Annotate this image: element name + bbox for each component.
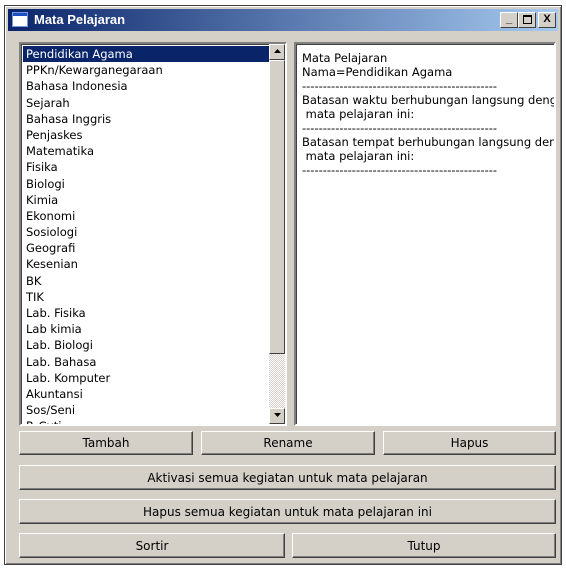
arrow-up-icon bbox=[273, 49, 281, 53]
list-item[interactable]: Lab. Bahasa bbox=[23, 354, 269, 370]
info-line: Batasan waktu berhubungan langsung denga… bbox=[302, 93, 556, 107]
close-button[interactable]: Tutup bbox=[292, 533, 556, 558]
list-item[interactable]: Geografi bbox=[23, 240, 269, 256]
scroll-thumb[interactable] bbox=[269, 60, 285, 354]
maximize-button[interactable] bbox=[518, 12, 536, 28]
minimize-button[interactable]: _ bbox=[500, 12, 518, 28]
window-title: Mata Pelajaran bbox=[34, 12, 126, 27]
list-item[interactable]: Kimia bbox=[23, 192, 269, 208]
info-line: ----------------------------------------… bbox=[302, 121, 498, 135]
maximize-icon bbox=[522, 15, 532, 24]
close-icon: X bbox=[543, 13, 551, 25]
subject-list: Pendidikan Agama PPKn/Kewarganegaraan Baha… bbox=[23, 46, 269, 424]
list-item[interactable]: Lab. Komputer bbox=[23, 370, 269, 386]
scroll-up-button[interactable] bbox=[269, 44, 285, 60]
close-window-button[interactable]: X bbox=[538, 12, 556, 28]
list-item[interactable]: Sejarah bbox=[23, 95, 269, 111]
info-line: Nama=Pendidikan Agama bbox=[302, 65, 453, 79]
list-item[interactable]: Sosiologi bbox=[23, 224, 269, 240]
list-item[interactable]: Biologi bbox=[23, 176, 269, 192]
info-line: mata pelajaran ini: bbox=[302, 149, 415, 163]
arrow-down-icon bbox=[273, 413, 281, 417]
minimize-icon: _ bbox=[505, 13, 513, 25]
list-item[interactable]: Lab kimia bbox=[23, 321, 269, 337]
title-bar[interactable]: Mata Pelajaran _ X bbox=[8, 9, 558, 31]
activate-all-activities-button[interactable]: Aktivasi semua kegiatan untuk mata pelaj… bbox=[19, 465, 556, 490]
list-item[interactable]: P. Cuti bbox=[23, 418, 269, 424]
window-icon bbox=[12, 12, 28, 27]
info-line: ----------------------------------------… bbox=[302, 163, 498, 177]
info-line: Batasan tempat berhubungan langsung deng… bbox=[302, 135, 556, 149]
list-item[interactable]: Lab. Fisika bbox=[23, 305, 269, 321]
list-item[interactable]: Pendidikan Agama bbox=[23, 46, 269, 63]
subject-listbox[interactable]: Pendidikan Agama PPKn/Kewarganegaraan Baha… bbox=[19, 42, 287, 426]
scroll-down-button[interactable] bbox=[269, 408, 285, 424]
list-item[interactable]: Sos/Seni bbox=[23, 402, 269, 418]
sort-button[interactable]: Sortir bbox=[19, 533, 285, 558]
list-item[interactable]: Lab. Biologi bbox=[23, 337, 269, 353]
list-item[interactable]: Matematika bbox=[23, 143, 269, 159]
list-item[interactable]: Kesenian bbox=[23, 256, 269, 272]
info-line: mata pelajaran ini: bbox=[302, 107, 415, 121]
add-button[interactable]: Tambah bbox=[19, 431, 193, 455]
delete-button[interactable]: Hapus bbox=[383, 431, 556, 455]
window-controls: _ X bbox=[500, 12, 556, 28]
info-line: Mata Pelajaran bbox=[302, 51, 388, 65]
list-item[interactable]: Ekonomi bbox=[23, 208, 269, 224]
list-item[interactable]: TIK bbox=[23, 289, 269, 305]
subject-list-scrollbar[interactable] bbox=[269, 44, 285, 424]
list-item[interactable]: BK bbox=[23, 273, 269, 289]
list-item[interactable]: Bahasa Inggris bbox=[23, 111, 269, 127]
rename-button[interactable]: Rename bbox=[201, 431, 375, 455]
list-item[interactable]: PPKn/Kewarganegaraan bbox=[23, 62, 269, 78]
list-item[interactable]: Bahasa Indonesia bbox=[23, 78, 269, 94]
info-line: ----------------------------------------… bbox=[302, 79, 498, 93]
subject-details-textbox[interactable]: Mata Pelajaran Nama=Pendidikan Agama -----… bbox=[294, 42, 556, 426]
list-item[interactable]: Fisika bbox=[23, 159, 269, 175]
list-item[interactable]: Akuntansi bbox=[23, 386, 269, 402]
delete-all-activities-button[interactable]: Hapus semua kegiatan untuk mata pelajara… bbox=[19, 499, 556, 524]
list-item[interactable]: Penjaskes bbox=[23, 127, 269, 143]
